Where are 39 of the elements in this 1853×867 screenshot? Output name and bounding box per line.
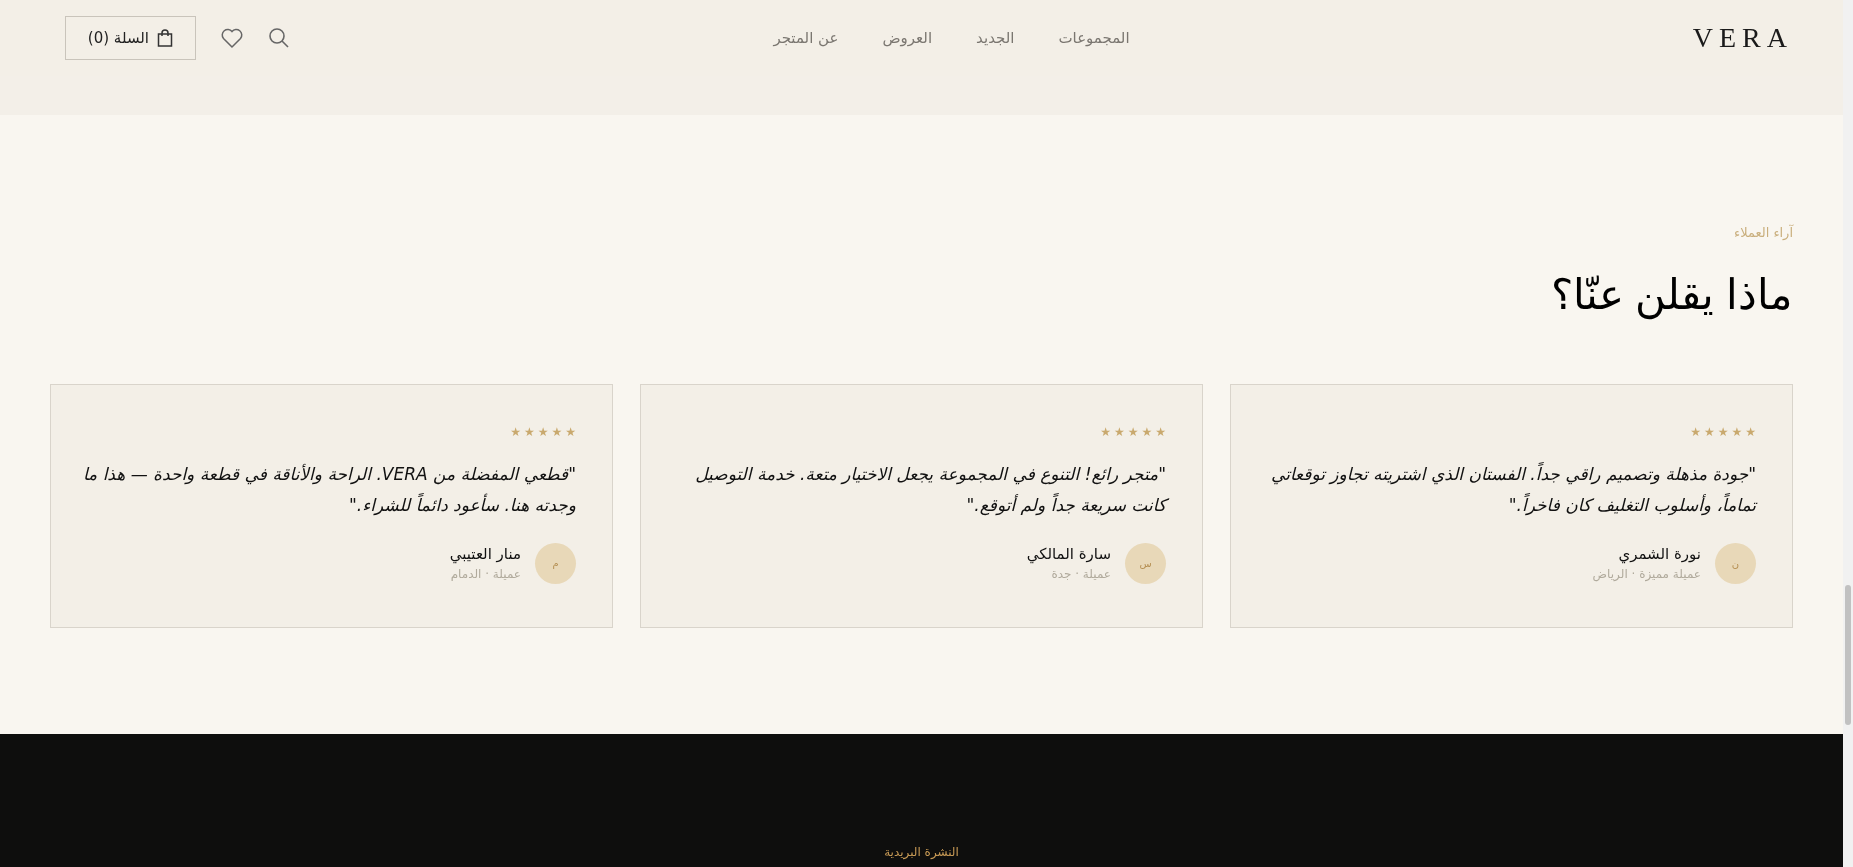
star-icon: ★ (551, 422, 563, 441)
reviewer-meta: عميلة مميزة · الرياض (1592, 566, 1701, 584)
avatar: س (1125, 542, 1166, 584)
review-quote: "جودة مذهلة وتصميم راقي جداً. الفستان الذي اشتريته تجاوز توقعاتي تماماً، وأسلوب التغليف كان فاخراً." (1270, 461, 1756, 518)
scrollbar[interactable] (1843, 0, 1853, 867)
star-icon: ★ (523, 422, 535, 441)
star-icon: ★ (1141, 422, 1153, 441)
avatar: ن (1715, 542, 1756, 584)
reviewer-meta: عميلة · جدة (1051, 566, 1111, 584)
heart-icon[interactable] (220, 27, 244, 49)
star-icon: ★ (565, 422, 576, 441)
star-icon: ★ (1155, 422, 1166, 441)
reviewer-name: منار العتيبي (449, 543, 521, 566)
nav-link[interactable]: عن المتجر (773, 26, 839, 50)
star-icon: ★ (1717, 422, 1729, 441)
star-icon: ★ (1690, 422, 1701, 441)
star-icon: ★ (1100, 422, 1111, 441)
avatar: م (535, 542, 576, 584)
section-heading: ماذا يقلن عنّا؟ (1550, 269, 1793, 322)
logo[interactable]: VERA (1613, 17, 1793, 59)
reviewer-meta: عميلة · الدمام (450, 566, 521, 584)
reviewer-name: سارة المالكي (1026, 543, 1111, 566)
shopping-bag-icon (157, 29, 173, 47)
section-eyebrow: آراء العملاء (1734, 223, 1793, 242)
nav-link[interactable]: العروض (882, 26, 933, 50)
star-icon: ★ (537, 422, 549, 441)
star-icon: ★ (1127, 422, 1139, 441)
star-icon: ★ (1731, 422, 1743, 441)
star-icon: ★ (1703, 422, 1715, 441)
newsletter-label: النشرة البريدية (884, 844, 959, 861)
star-icon: ★ (1113, 422, 1125, 441)
star-icon: ★ (510, 422, 521, 441)
reviewer-name: نورة الشمري (1618, 543, 1701, 566)
nav-link[interactable]: المجموعات (1058, 26, 1130, 50)
review-quote: "قطعي المفضلة من VERA. الراحة والأناقة في قطعة واحدة — هذا ما وجدته هنا. سأعود دائماً للشراء." (81, 462, 576, 518)
star-icon: ★ (1745, 422, 1756, 441)
nav-link[interactable]: الجديد (976, 26, 1015, 50)
cart-button[interactable]: السلة (0) (64, 16, 196, 60)
search-icon[interactable] (268, 27, 290, 49)
